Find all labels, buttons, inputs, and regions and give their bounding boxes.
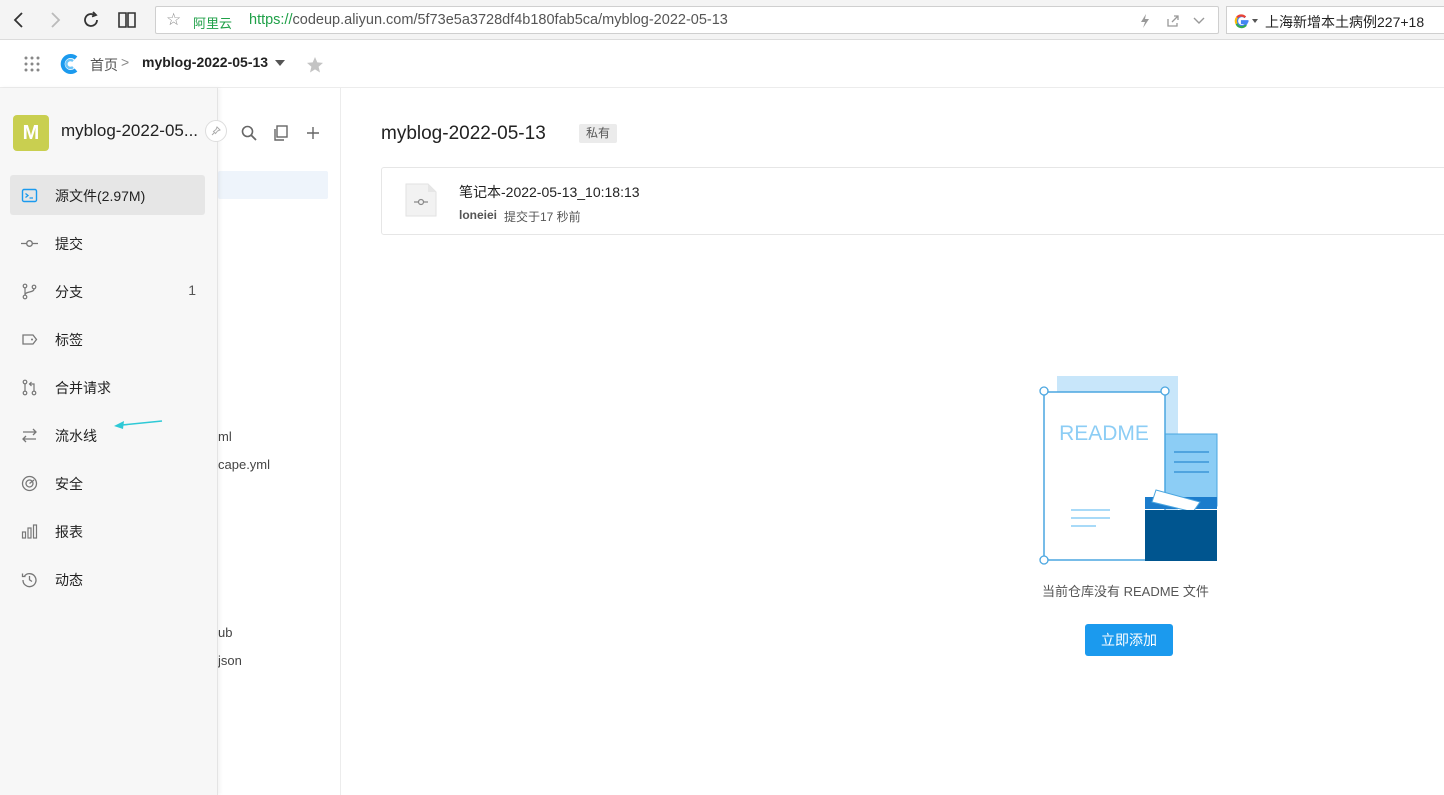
sidebar-item-tags[interactable]: 标签	[10, 319, 205, 359]
commit-message[interactable]: 笔记本-2022-05-13_10:18:13	[459, 182, 640, 202]
readme-illustration-label: README	[1059, 422, 1149, 445]
url-text[interactable]: https://codeup.aliyun.com/5f73e5a3728df4…	[249, 12, 728, 28]
file-item[interactable]: json	[218, 653, 242, 668]
sidebar-item-label: 合并请求	[55, 380, 111, 396]
search-input-text[interactable]: 上海新增本土病例227+18	[1265, 12, 1424, 32]
google-icon[interactable]	[1234, 13, 1250, 29]
code-file-icon	[21, 188, 38, 203]
file-item[interactable]: ml	[218, 429, 232, 444]
apps-grid-icon[interactable]	[24, 56, 40, 72]
address-bar[interactable]: ☆ 阿里云 https://codeup.aliyun.com/5f73e5a3…	[155, 6, 1219, 34]
file-tree-panel: ml cape.yml ub json	[218, 88, 341, 795]
sidebar-repo-name[interactable]: myblog-2022-05...	[61, 121, 206, 141]
repo-sidebar: M myblog-2022-05... 源文件(2.97M) 提交 分支 1 标…	[0, 88, 227, 795]
file-item[interactable]: cape.yml	[218, 457, 270, 472]
reload-icon	[84, 11, 98, 27]
file-item[interactable]: ub	[218, 625, 232, 640]
breadcrumb-separator: >	[121, 54, 130, 70]
pin-icon[interactable]	[205, 120, 227, 142]
repo-switch-caret-icon[interactable]	[275, 60, 285, 66]
sidebar-item-activity[interactable]: 动态	[10, 559, 205, 599]
lightning-icon[interactable]	[1136, 12, 1154, 30]
sidebar-item-label: 源文件(2.97M)	[55, 188, 146, 204]
site-label: 阿里云	[193, 16, 233, 31]
annotation-arrow-icon	[114, 420, 163, 429]
add-readme-button[interactable]: 立即添加	[1085, 624, 1173, 656]
add-file-icon[interactable]	[304, 124, 322, 142]
sidebar-item-label: 动态	[55, 572, 83, 588]
page-title: myblog-2022-05-13	[381, 123, 546, 144]
codeup-logo-icon[interactable]	[59, 53, 81, 75]
sidebar-item-label: 流水线	[55, 428, 97, 444]
report-icon	[21, 524, 38, 539]
sidebar-item-label: 分支	[55, 284, 83, 300]
branch-count: 1	[188, 282, 196, 298]
empty-readme-text: 当前仓库没有 README 文件	[1042, 584, 1209, 599]
branch-icon	[22, 283, 37, 300]
breadcrumb-repo[interactable]: myblog-2022-05-13	[142, 54, 268, 70]
browser-toolbar: ☆ 阿里云 https://codeup.aliyun.com/5f73e5a3…	[0, 0, 1444, 40]
merge-request-icon	[22, 379, 37, 396]
book-icon	[118, 12, 136, 28]
url-path: codeup.aliyun.com/5f73e5a3728df4b180fab5…	[292, 12, 728, 28]
forward-button[interactable]	[42, 7, 68, 33]
visibility-badge: 私有	[579, 124, 618, 143]
reader-mode-button[interactable]	[114, 7, 140, 33]
search-box[interactable]: 上海新增本土病例227+18	[1226, 6, 1444, 34]
search-icon[interactable]	[240, 124, 258, 142]
sidebar-item-label: 标签	[55, 332, 83, 348]
chevron-down-icon[interactable]	[1190, 12, 1208, 30]
latest-commit-card[interactable]: 笔记本-2022-05-13_10:18:13 loneiei 提交于17 秒前	[381, 167, 1444, 235]
sidebar-item-reports[interactable]: 报表	[10, 511, 205, 551]
share-icon[interactable]	[1164, 12, 1182, 30]
back-arrow-icon	[13, 12, 23, 28]
file-commit-icon	[405, 183, 437, 217]
forward-arrow-icon	[51, 12, 61, 28]
readme-illustration: README	[1039, 376, 1218, 565]
commit-author[interactable]: loneiei	[459, 208, 497, 222]
sidebar-item-security[interactable]: 安全	[10, 463, 205, 503]
security-icon	[21, 475, 38, 492]
sidebar-item-label: 报表	[55, 524, 83, 540]
favorite-star-icon[interactable]	[306, 56, 324, 74]
back-button[interactable]	[6, 7, 32, 33]
sidebar-item-label: 安全	[55, 476, 83, 492]
breadcrumb-home[interactable]: 首页	[90, 55, 118, 75]
sidebar-item-branches[interactable]: 分支 1	[10, 271, 205, 311]
commit-time: 提交于17 秒前	[504, 210, 581, 224]
sidebar-item-label: 提交	[55, 236, 83, 252]
app-header: 首页 > myblog-2022-05-13	[0, 41, 1444, 88]
sidebar-item-merge-requests[interactable]: 合并请求	[10, 367, 205, 407]
commit-icon	[21, 240, 38, 247]
selected-file-row[interactable]	[218, 171, 328, 199]
pipeline-icon	[22, 428, 37, 443]
engine-dropdown-icon[interactable]	[1252, 19, 1258, 23]
tag-icon	[22, 334, 38, 345]
sidebar-item-pipeline[interactable]: 流水线	[10, 415, 205, 455]
sidebar-item-commits[interactable]: 提交	[10, 223, 205, 263]
repo-avatar[interactable]: M	[13, 115, 49, 151]
reload-button[interactable]	[78, 7, 104, 33]
sidebar-item-source[interactable]: 源文件(2.97M)	[10, 175, 205, 215]
history-icon	[21, 573, 37, 588]
url-scheme: https://	[249, 12, 293, 28]
copy-icon[interactable]	[272, 124, 290, 142]
bookmark-star-icon[interactable]: ☆	[166, 11, 181, 29]
